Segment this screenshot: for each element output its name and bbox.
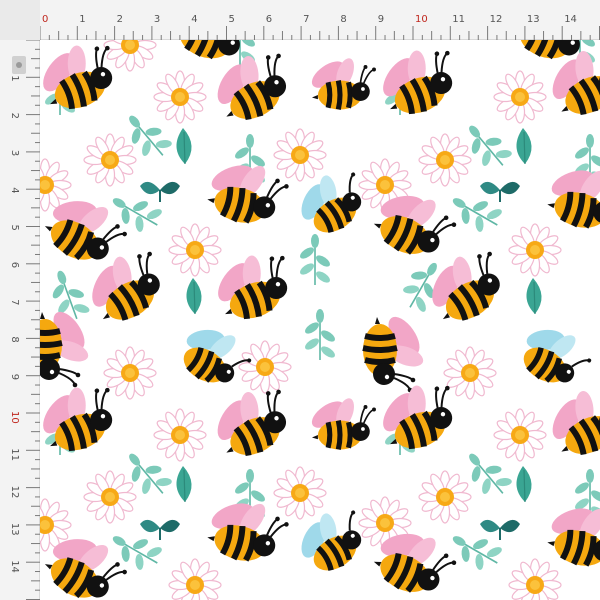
ruler-top-label: 12 [490, 14, 503, 25]
ruler-corner [0, 0, 40, 40]
ruler-left-label: 1 [9, 75, 20, 81]
ruler-top-label: 6 [266, 14, 272, 25]
ruler-left: 1234567891011121314 [0, 0, 40, 600]
ruler-left-label: 2 [9, 113, 20, 119]
ruler-top-label: 0 [42, 14, 48, 25]
ruler-top-label: 2 [117, 14, 123, 25]
ruler-left-label: 7 [9, 299, 20, 305]
ruler-top-label: 10 [415, 14, 428, 25]
ruler-left-label: 14 [9, 560, 20, 573]
ruler-left-label: 10 [9, 411, 20, 424]
ruler-top-label: 14 [564, 14, 577, 25]
ruler-left-label: 3 [9, 150, 20, 156]
ruler-left-label: 6 [9, 262, 20, 268]
ruler-left-label: 9 [9, 374, 20, 380]
ruler-top-label: 8 [340, 14, 346, 25]
ruler-left-label: 5 [9, 225, 20, 231]
fabric-pattern [0, 0, 600, 600]
ruler-top-label: 5 [229, 14, 235, 25]
ruler-left-label: 8 [9, 336, 20, 342]
ruler-top-label: 3 [154, 14, 160, 25]
ruler-left-label: 11 [9, 448, 20, 461]
ruler-top-label: 13 [527, 14, 540, 25]
ruler-top-label: 4 [191, 14, 197, 25]
ruler-left-label: 4 [9, 187, 20, 193]
fabric-pattern-image [0, 0, 600, 600]
ruler-left-label: 12 [9, 486, 20, 499]
ruler-top-label: 1 [79, 14, 85, 25]
ruler-top: 0 1 2 3 4 5 6 7 8 9 10 11 12 13 14 [0, 0, 600, 40]
ruler-top-label: 7 [303, 14, 309, 25]
ruler-top-label: 9 [378, 14, 384, 25]
ruler-left-label: 13 [9, 523, 20, 536]
ruler-top-label: 11 [452, 14, 465, 25]
